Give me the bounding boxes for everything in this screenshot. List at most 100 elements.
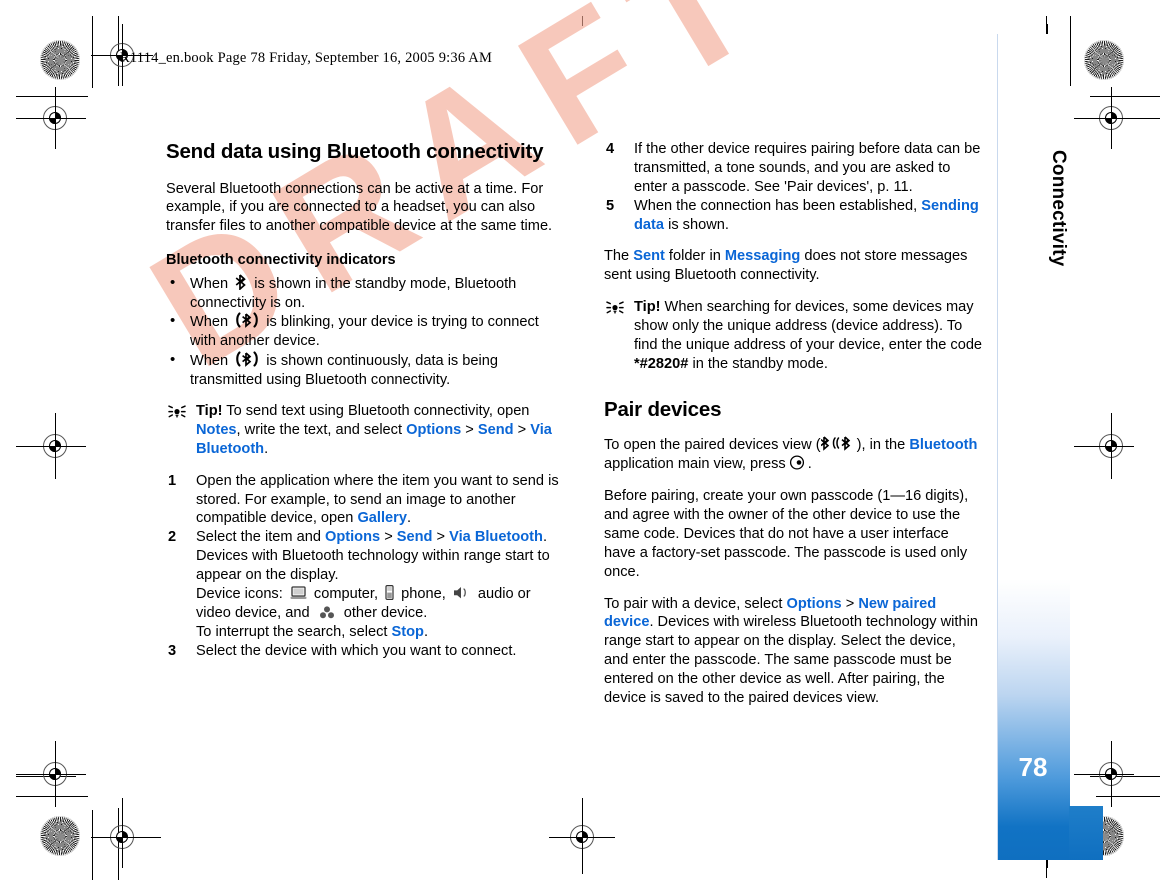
printed-page: R1114_en.book Page 78 Friday, September … — [0, 0, 1164, 894]
link-send[interactable]: Send — [397, 529, 433, 545]
registration-mark — [549, 798, 615, 868]
interrupt-text-1: To interrupt the search, select — [196, 623, 388, 640]
link-options[interactable]: Options — [787, 596, 842, 612]
registration-mark — [1074, 413, 1134, 479]
link-notes[interactable]: Notes — [196, 422, 237, 438]
list-item: When is blinking, your device is trying … — [166, 311, 562, 351]
pair-text-1: To pair with a device, select — [604, 595, 783, 612]
paired-text-3: application main view, press — [604, 456, 786, 473]
page-title: Send data using Bluetooth connectivity — [166, 140, 544, 163]
step-number: 4 — [606, 141, 615, 157]
device-other-label: other device. — [343, 604, 428, 621]
crop-line — [16, 796, 88, 797]
menu-separator: > — [436, 529, 446, 546]
menu-separator: > — [384, 529, 393, 546]
star-target-mark — [1084, 40, 1124, 80]
tip-block-right: Tip! When searching for devices, some de… — [604, 298, 984, 374]
registration-mark — [1074, 741, 1134, 807]
step-text-2: . — [406, 510, 412, 527]
audio-video-device-icon — [453, 586, 471, 600]
indicator-bullet-list: When is shown in the standby mode, Bluet… — [166, 273, 562, 390]
menu-separator: > — [465, 421, 474, 438]
crop-line — [92, 810, 93, 880]
other-device-icon — [318, 605, 336, 619]
phone-icon — [385, 584, 394, 600]
step-number: 2 — [168, 529, 177, 546]
star-target-mark — [40, 40, 80, 80]
step-number: 3 — [168, 642, 177, 659]
crop-line — [92, 16, 93, 88]
note-text-2: folder in — [668, 248, 721, 265]
paired-text-1: To open the paired devices view ( — [604, 437, 821, 454]
section-title-pair-devices: Pair devices — [604, 397, 722, 421]
tip-text-1: When searching for devices, some devices… — [634, 299, 983, 354]
registration-mark — [91, 798, 161, 868]
paired-text-4: . — [807, 456, 812, 473]
tip-label: Tip! — [634, 299, 661, 316]
registration-mark — [16, 741, 86, 807]
link-sent[interactable]: Sent — [633, 248, 665, 264]
print-slug: R1114_en.book Page 78 Friday, September … — [120, 50, 493, 66]
list-item: 2 Select the item and Options > Send > V… — [166, 528, 562, 641]
chapter-tab-strip-extension — [1069, 806, 1103, 860]
crop-line — [1070, 16, 1071, 86]
link-gallery[interactable]: Gallery — [357, 510, 407, 526]
list-item: When is shown continuously, data is bein… — [166, 350, 562, 390]
paired-devices-icon — [820, 435, 857, 452]
tip-text-2: , write the text, and select — [236, 421, 403, 438]
registration-mark — [16, 87, 86, 149]
interrupt-text-2: . — [423, 623, 428, 640]
bullet-text-before: When — [190, 353, 229, 370]
crop-line — [16, 96, 88, 97]
registration-mark — [16, 413, 86, 479]
step-text-1: Select the item and — [196, 529, 321, 546]
left-text-column: Send data using Bluetooth connectivity S… — [166, 140, 562, 673]
to-pair-paragraph: To pair with a device, select Options > … — [604, 595, 984, 708]
crop-line — [582, 16, 583, 26]
link-messaging[interactable]: Messaging — [725, 248, 800, 264]
device-phone-label: phone, — [401, 585, 446, 602]
link-bluetooth[interactable]: Bluetooth — [909, 437, 977, 453]
list-item: 4 If the other device requires pairing b… — [604, 140, 984, 197]
procedure-steps-right: 4 If the other device requires pairing b… — [604, 140, 984, 234]
bluetooth-icon — [235, 274, 247, 290]
device-computer-label: computer, — [313, 585, 379, 602]
scroll-key-icon — [789, 455, 805, 470]
registration-mark — [1074, 87, 1134, 149]
link-send[interactable]: Send — [478, 422, 514, 438]
list-item: When is shown in the standby mode, Bluet… — [166, 273, 562, 313]
bluetooth-connecting-icon — [235, 312, 259, 329]
bullet-text-before: When — [190, 275, 229, 292]
subheading-indicators: Bluetooth connectivity indicators — [166, 252, 396, 269]
pair-text-2: . Devices with wireless Bluetooth techno… — [604, 614, 978, 707]
link-stop[interactable]: Stop — [392, 624, 424, 640]
step-number: 1 — [168, 472, 177, 489]
tip-code: *#2820# — [634, 355, 689, 372]
step-text-1: If the other device requires pairing bef… — [634, 141, 981, 195]
list-item: 3 Select the device with which you want … — [166, 642, 562, 661]
note-text-1: The — [604, 248, 630, 265]
link-via-bluetooth[interactable]: Via Bluetooth — [449, 529, 543, 545]
menu-separator: > — [845, 595, 855, 612]
tip-text-2: in the standby mode. — [692, 355, 828, 372]
list-item: 5 When the connection has been establish… — [604, 197, 984, 235]
link-options[interactable]: Options — [325, 529, 380, 545]
tip-bulb-icon — [166, 403, 188, 421]
right-text-column: 4 If the other device requires pairing b… — [604, 140, 984, 721]
computer-icon — [290, 586, 307, 600]
device-icons-intro: Device icons: — [196, 585, 283, 602]
page-number: 78 — [1018, 752, 1048, 782]
chapter-label: Connectivity — [1048, 150, 1069, 267]
tip-text-1: To send text using Bluetooth connectivit… — [226, 402, 530, 419]
bluetooth-transmitting-icon — [235, 351, 259, 368]
star-target-mark — [40, 816, 80, 856]
link-options[interactable]: Options — [406, 422, 461, 438]
step-number: 5 — [606, 197, 615, 214]
list-item: 1 Open the application where the item yo… — [166, 472, 562, 529]
bullet-text-before: When — [190, 314, 229, 331]
open-paired-view-paragraph: To open the paired devices view ( ), in … — [604, 435, 984, 474]
step-text-2: is shown. — [668, 216, 729, 233]
crop-line — [1096, 796, 1160, 797]
paired-text-2: ), in the — [856, 437, 906, 454]
intro-paragraph: Several Bluetooth connections can be act… — [166, 180, 553, 235]
